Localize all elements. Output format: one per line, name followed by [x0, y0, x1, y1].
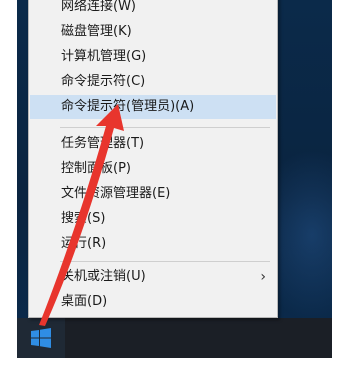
menu-item-label: 控制面板(P): [61, 161, 131, 176]
menu-item-label: 命令提示符(C): [61, 74, 146, 89]
menu-item-command-prompt[interactable]: 命令提示符(C): [30, 70, 276, 94]
taskbar: [17, 318, 332, 358]
menu-item-label: 文件资源管理器(E): [61, 186, 171, 201]
menu-item-label: 搜索(S): [61, 211, 106, 226]
menu-separator: [60, 127, 270, 128]
menu-item-label: 网络连接(W): [61, 0, 136, 14]
winx-context-menu: 网络连接(W) 磁盘管理(K) 计算机管理(G) 命令提示符(C) 命令提示符(…: [28, 0, 278, 318]
menu-item-label: 计算机管理(G): [61, 49, 147, 64]
menu-item-run[interactable]: 运行(R): [30, 232, 276, 256]
start-button[interactable]: [17, 318, 65, 358]
menu-separator: [60, 261, 270, 262]
menu-item-network-connections[interactable]: 网络连接(W): [30, 0, 276, 19]
menu-item-label: 运行(R): [61, 236, 107, 251]
chevron-right-icon: ›: [260, 269, 266, 285]
windows-logo-icon: [31, 328, 51, 348]
menu-item-file-explorer[interactable]: 文件资源管理器(E): [30, 182, 276, 206]
menu-item-label: 关机或注销(U): [61, 269, 146, 284]
menu-item-command-prompt-admin[interactable]: 命令提示符(管理员)(A): [30, 95, 276, 119]
menu-item-label: 任务管理器(T): [61, 136, 145, 151]
menu-item-label: 命令提示符(管理员)(A): [61, 99, 195, 114]
menu-item-shutdown-signout[interactable]: 关机或注销(U) ›: [30, 265, 276, 289]
menu-item-label: 桌面(D): [61, 294, 108, 309]
menu-item-computer-management[interactable]: 计算机管理(G): [30, 45, 276, 69]
menu-item-desktop[interactable]: 桌面(D): [30, 290, 276, 314]
menu-item-disk-management[interactable]: 磁盘管理(K): [30, 20, 276, 44]
menu-item-task-manager[interactable]: 任务管理器(T): [30, 132, 276, 156]
menu-item-search[interactable]: 搜索(S): [30, 207, 276, 231]
menu-item-label: 磁盘管理(K): [61, 24, 132, 39]
menu-item-control-panel[interactable]: 控制面板(P): [30, 157, 276, 181]
